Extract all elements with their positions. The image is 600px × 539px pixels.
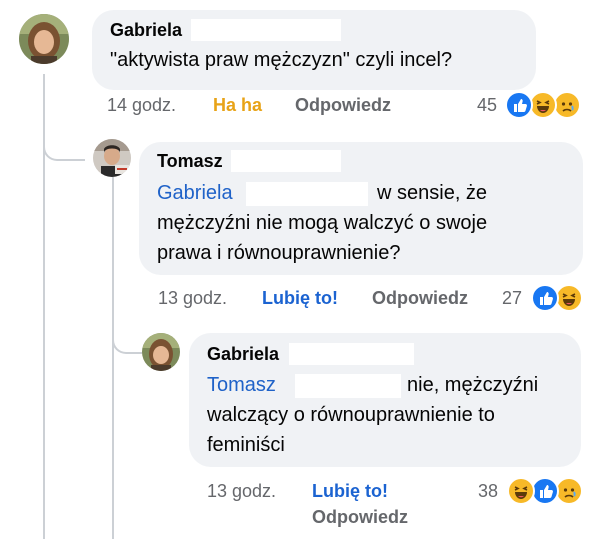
comment-text-line-1: nie, mężczyźni	[407, 374, 539, 396]
thread-line-2	[112, 176, 114, 539]
reply-button[interactable]: Odpowiedz	[295, 95, 391, 116]
reply-button[interactable]: Odpowiedz	[312, 507, 408, 528]
reply-button[interactable]: Odpowiedz	[372, 288, 468, 309]
like-icon	[531, 477, 559, 505]
avatar[interactable]	[19, 14, 69, 64]
haha-icon	[507, 477, 535, 505]
redacted-surname	[231, 150, 341, 172]
sad-icon	[555, 477, 583, 505]
thread-line-curve-1	[43, 135, 85, 161]
like-reaction-button[interactable]: Lubię to!	[262, 288, 338, 309]
comment-text-line-3: prawa i równouprawnienie?	[157, 242, 401, 264]
reaction-count: 45	[477, 95, 498, 115]
comment-text-line-2: walczący o równouprawnienie to	[207, 404, 495, 426]
comment-text-line-3: feminiści	[207, 434, 285, 456]
redacted-mention-surname	[246, 182, 368, 206]
author-name[interactable]: Tomasz	[157, 151, 223, 172]
like-icon	[505, 91, 533, 119]
reaction-count: 38	[478, 481, 499, 501]
mention-link[interactable]: Tomasz	[207, 370, 276, 400]
comment-time[interactable]: 13 godz.	[207, 481, 276, 502]
comment-text: "aktywista praw mężczyzn" czyli incel?	[110, 49, 453, 71]
like-reaction-button[interactable]: Lubię to!	[312, 481, 388, 502]
comment-time[interactable]: 13 godz.	[158, 288, 227, 309]
redacted-surname	[289, 343, 414, 365]
sad-icon	[553, 91, 581, 119]
redacted-surname	[191, 19, 341, 41]
author-name[interactable]: Gabriela	[207, 344, 279, 365]
avatar[interactable]	[142, 333, 180, 371]
reaction-count: 27	[502, 288, 523, 308]
haha-icon	[529, 91, 557, 119]
like-icon	[531, 284, 559, 312]
redacted-mention-surname	[295, 374, 401, 398]
avatar[interactable]	[93, 139, 131, 177]
mention-link[interactable]: Gabriela	[157, 178, 233, 208]
haha-reaction-button[interactable]: Ha ha	[213, 95, 262, 116]
author-name[interactable]: Gabriela	[110, 20, 182, 41]
comment-text-line-1: w sensie, że	[377, 182, 488, 204]
haha-icon	[555, 284, 583, 312]
comment-time[interactable]: 14 godz.	[107, 95, 176, 116]
thread-line-curve-2	[112, 330, 144, 354]
comment-text-line-2: mężczyźni nie mogą walczyć o swoje	[157, 212, 488, 234]
